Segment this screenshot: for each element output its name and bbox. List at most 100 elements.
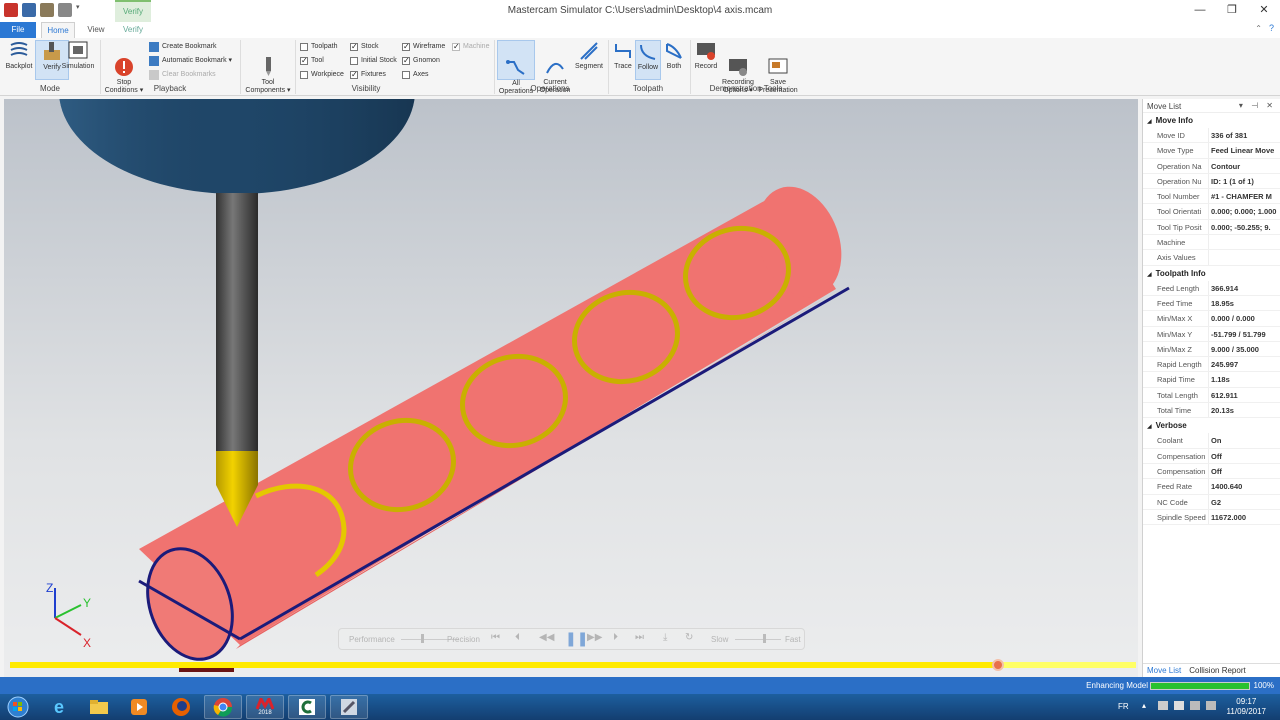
speed-slider[interactable] [735, 639, 781, 640]
property-row[interactable]: Feed Rate 1400.640 [1143, 479, 1280, 495]
start-orb-icon[interactable] [2, 695, 34, 719]
create-bookmark-button[interactable]: Create Bookmark [149, 41, 216, 53]
loop-icon[interactable]: ↻ [685, 632, 693, 643]
clear-bookmarks-button[interactable]: Clear Bookmarks [149, 69, 216, 81]
simulation-button[interactable]: Simulation [60, 40, 96, 80]
property-row[interactable]: Machine [1143, 235, 1280, 251]
simulator-icon[interactable] [330, 695, 368, 719]
axes-checkbox[interactable]: Axes [402, 69, 429, 81]
skip-to-end-icon[interactable]: ⏭ [635, 632, 644, 643]
pause-icon[interactable]: ❚❚ [565, 630, 588, 647]
trace-button[interactable]: Trace [610, 40, 636, 80]
workpiece-checkbox[interactable]: Workpiece [300, 69, 344, 81]
help-icon[interactable]: ? [1269, 23, 1274, 33]
tool-checkbox[interactable]: Tool [300, 55, 324, 67]
wireframe-checkbox[interactable]: Wireframe [402, 41, 445, 53]
rewind-icon[interactable]: ◀◀ [539, 632, 554, 643]
playback-progress-track[interactable] [10, 662, 1136, 668]
tab-move-list[interactable]: Move List [1143, 664, 1185, 677]
mastercam-2018-icon[interactable]: 2018 [246, 695, 284, 719]
mastercam-icon[interactable] [288, 695, 326, 719]
tab-home[interactable]: Home [41, 22, 75, 38]
speed-slider-thumb[interactable] [763, 634, 766, 643]
restore-button[interactable]: ❐ [1216, 0, 1248, 22]
property-row[interactable]: Coolant On [1143, 433, 1280, 449]
file-explorer-icon[interactable] [80, 695, 118, 719]
property-row[interactable]: Operation Nu ID: 1 (1 of 1) [1143, 173, 1280, 190]
tab-view[interactable]: View [82, 22, 110, 38]
property-row[interactable]: NC Code G2 [1143, 494, 1280, 510]
media-player-icon[interactable] [120, 695, 158, 719]
tool-components-button[interactable]: Tool Components ▾ [244, 40, 292, 94]
tab-verify[interactable]: Verify [116, 22, 150, 38]
firefox-icon[interactable] [162, 695, 200, 719]
property-row[interactable]: Tool Tip Posit 0.000; -50.255; 9. [1143, 219, 1280, 236]
network-icon[interactable] [1158, 701, 1168, 710]
property-row[interactable]: Move ID 336 of 381 [1143, 128, 1280, 144]
collapse-triangle-icon[interactable]: ◢ [1147, 272, 1152, 278]
quality-slider-thumb[interactable] [421, 634, 424, 643]
gnomon-checkbox[interactable]: Gnomon [402, 55, 440, 67]
property-row[interactable]: Min/Max Z 9.000 / 35.000 [1143, 341, 1280, 358]
simulation-viewport[interactable]: Z Y X Performance Precision ⏮ ⏴ ◀◀ ❚❚ ▶▶… [4, 99, 1138, 677]
automatic-bookmark-button[interactable]: Automatic Bookmark ▾ [149, 55, 232, 67]
toolpath-checkbox[interactable]: Toolpath [300, 41, 337, 53]
property-row[interactable]: Feed Time 18.95s [1143, 295, 1280, 312]
machine-checkbox[interactable]: Machine [452, 41, 489, 53]
property-row[interactable]: Compensation Off [1143, 448, 1280, 464]
chrome-icon[interactable] [204, 695, 242, 719]
display-icon[interactable] [1206, 701, 1216, 710]
fixtures-checkbox[interactable]: Fixtures [350, 69, 386, 81]
language-indicator[interactable]: FR [1118, 702, 1129, 711]
current-operation-button[interactable]: Current Operation [536, 40, 574, 94]
property-row[interactable]: Min/Max X 0.000 / 0.000 [1143, 311, 1280, 327]
clock[interactable]: 09:17 11/09/2017 [1227, 697, 1266, 717]
save-presentation-button[interactable]: Save Presentation [757, 40, 799, 94]
playback-progress-knob[interactable] [992, 659, 1004, 671]
close-button[interactable]: ✕ [1248, 0, 1280, 22]
property-row[interactable]: Total Length 612.911 [1143, 387, 1280, 404]
skip-to-start-icon[interactable]: ⏮ [491, 632, 500, 643]
step-forward-icon[interactable]: ⏵ [613, 632, 618, 643]
section-header[interactable]: ◢ Verbose [1143, 418, 1280, 433]
all-operations-button[interactable]: All Operations [497, 40, 535, 95]
panel-controls[interactable]: ▾ ⊣ ✕ [1239, 101, 1276, 110]
property-row[interactable]: Compensation Off [1143, 463, 1280, 480]
property-row[interactable]: Operation Na Contour [1143, 158, 1280, 174]
property-row[interactable]: Spindle Speed 11672.000 [1143, 509, 1280, 526]
property-row[interactable]: Tool Orientati 0.000; 0.000; 1.000 [1143, 204, 1280, 220]
property-row[interactable]: Move Type Feed Linear Move [1143, 143, 1280, 159]
recording-options-button[interactable]: Recording Options ▾ [720, 40, 756, 94]
show-hidden-icons[interactable]: ▴ [1142, 701, 1146, 710]
property-row[interactable]: Feed Length 366.914 [1143, 280, 1280, 296]
volume-icon[interactable] [1190, 701, 1200, 710]
property-row[interactable]: Axis Values [1143, 250, 1280, 266]
property-row[interactable]: Tool Number #1 - CHAMFER M [1143, 189, 1280, 205]
record-button[interactable]: Record [692, 40, 720, 80]
stop-conditions-button[interactable]: Stop Conditions ▾ [104, 40, 144, 94]
tab-file[interactable]: File [0, 22, 36, 38]
internet-explorer-icon[interactable]: e [40, 695, 78, 719]
property-key: Machine [1143, 235, 1209, 250]
next-stop-icon[interactable]: ⤓ [663, 632, 667, 643]
flag-icon[interactable] [1174, 701, 1184, 710]
collapse-triangle-icon[interactable]: ◢ [1147, 424, 1152, 430]
property-row[interactable]: Rapid Time 1.18s [1143, 372, 1280, 388]
collapse-triangle-icon[interactable]: ◢ [1147, 119, 1152, 125]
both-button[interactable]: Both [661, 40, 687, 80]
property-row[interactable]: Min/Max Y -51.799 / 51.799 [1143, 326, 1280, 342]
property-row[interactable]: Rapid Length 245.997 [1143, 357, 1280, 373]
property-row[interactable]: Total Time 20.13s [1143, 403, 1280, 419]
section-header[interactable]: ◢ Move Info [1143, 113, 1280, 128]
collapse-ribbon-icon[interactable]: ⌃ [1255, 24, 1262, 33]
follow-button[interactable]: Follow [635, 40, 661, 80]
fast-forward-icon[interactable]: ▶▶ [587, 632, 602, 643]
stock-checkbox[interactable]: Stock [350, 41, 379, 53]
step-back-icon[interactable]: ⏴ [515, 632, 520, 643]
tab-collision-report[interactable]: Collision Report [1185, 664, 1249, 677]
minimize-button[interactable]: — [1184, 0, 1216, 22]
segment-button[interactable]: Segment [572, 40, 606, 80]
initial-stock-checkbox[interactable]: Initial Stock [350, 55, 397, 67]
backplot-button[interactable]: Backplot [2, 40, 36, 80]
section-header[interactable]: ◢ Toolpath Info [1143, 266, 1280, 281]
